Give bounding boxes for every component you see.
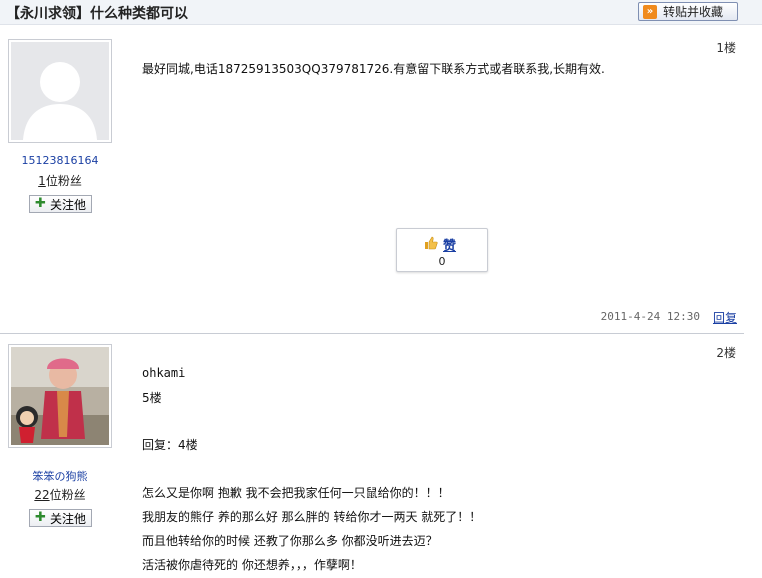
thread-title-bar: 【永川求领】什么种类都可以 » 转贴并收藏 — [0, 0, 762, 25]
username-link[interactable]: 15123816164 — [0, 154, 120, 167]
fans-count[interactable]: 1位粉丝 — [0, 172, 120, 189]
floor-number: 2楼 — [716, 346, 736, 360]
avatar[interactable] — [8, 39, 112, 143]
fans-number[interactable]: 1 — [38, 174, 46, 188]
like-count: 0 — [438, 255, 446, 268]
post-timestamp: 2011-4-24 12:30 — [600, 310, 700, 323]
repost-button-label: 转贴并收藏 — [663, 5, 724, 19]
post-content: 最好同城,电话18725913503QQ379781726.有意留下联系方式或者… — [142, 62, 605, 76]
fans-count[interactable]: 22位粉丝 — [0, 486, 120, 503]
post-text-line: 而且他转给你的时候 还教了你那么多 你都没听进去迈？ — [142, 534, 438, 548]
fans-number[interactable]: 22 — [34, 488, 49, 502]
post-text-line: 我朋友的熊仔 养的那么好 那么胖的 转给你才一两天 就死了！！ — [142, 510, 482, 524]
follow-button-label: 关注他 — [49, 511, 86, 526]
like-button[interactable]: 赞 — [443, 235, 456, 254]
thread-title: 【永川求领】什么种类都可以 — [6, 6, 188, 22]
fans-suffix: 位粉丝 — [49, 488, 86, 502]
post-floor-2: 笨笨の狗熊 22位粉丝 ✚ 关注他 2楼 ohkami 5楼 回复：4楼 怎么又… — [0, 334, 762, 578]
follow-button[interactable]: ✚ 关注他 — [29, 195, 92, 213]
quoted-author: ohkami — [142, 366, 186, 380]
fans-suffix: 位粉丝 — [45, 174, 82, 188]
child-photo-avatar-icon — [11, 347, 109, 445]
post-floor-1: 15123816164 1位粉丝 ✚ 关注他 1楼 最好同城,电话1872591… — [0, 25, 762, 333]
floor-number: 1楼 — [716, 41, 736, 55]
repost-and-collect-button[interactable]: » 转贴并收藏 — [638, 2, 738, 21]
quoted-floor: 5楼 — [142, 391, 162, 405]
post-text-line: 活活被你虐待死的 你还想养，，，作孽啊！ — [142, 558, 362, 572]
default-avatar-silhouette-icon — [11, 42, 109, 140]
reply-link[interactable]: 回复 — [713, 309, 737, 326]
follow-button[interactable]: ✚ 关注他 — [29, 509, 92, 527]
username-link[interactable]: 笨笨の狗熊 — [0, 468, 120, 484]
like-box: 赞 0 — [396, 228, 488, 272]
plus-icon: ✚ — [35, 196, 46, 211]
avatar[interactable] — [8, 344, 112, 448]
forward-arrows-icon: » — [643, 4, 657, 19]
post-text-line: 怎么又是你啊 抱歉 我不会把我家任何一只鼠给你的！！！ — [142, 486, 450, 500]
follow-button-label: 关注他 — [49, 197, 86, 212]
thumbs-up-icon — [425, 236, 438, 250]
reply-to-line: 回复：4楼 — [142, 438, 198, 452]
plus-icon: ✚ — [35, 510, 46, 525]
